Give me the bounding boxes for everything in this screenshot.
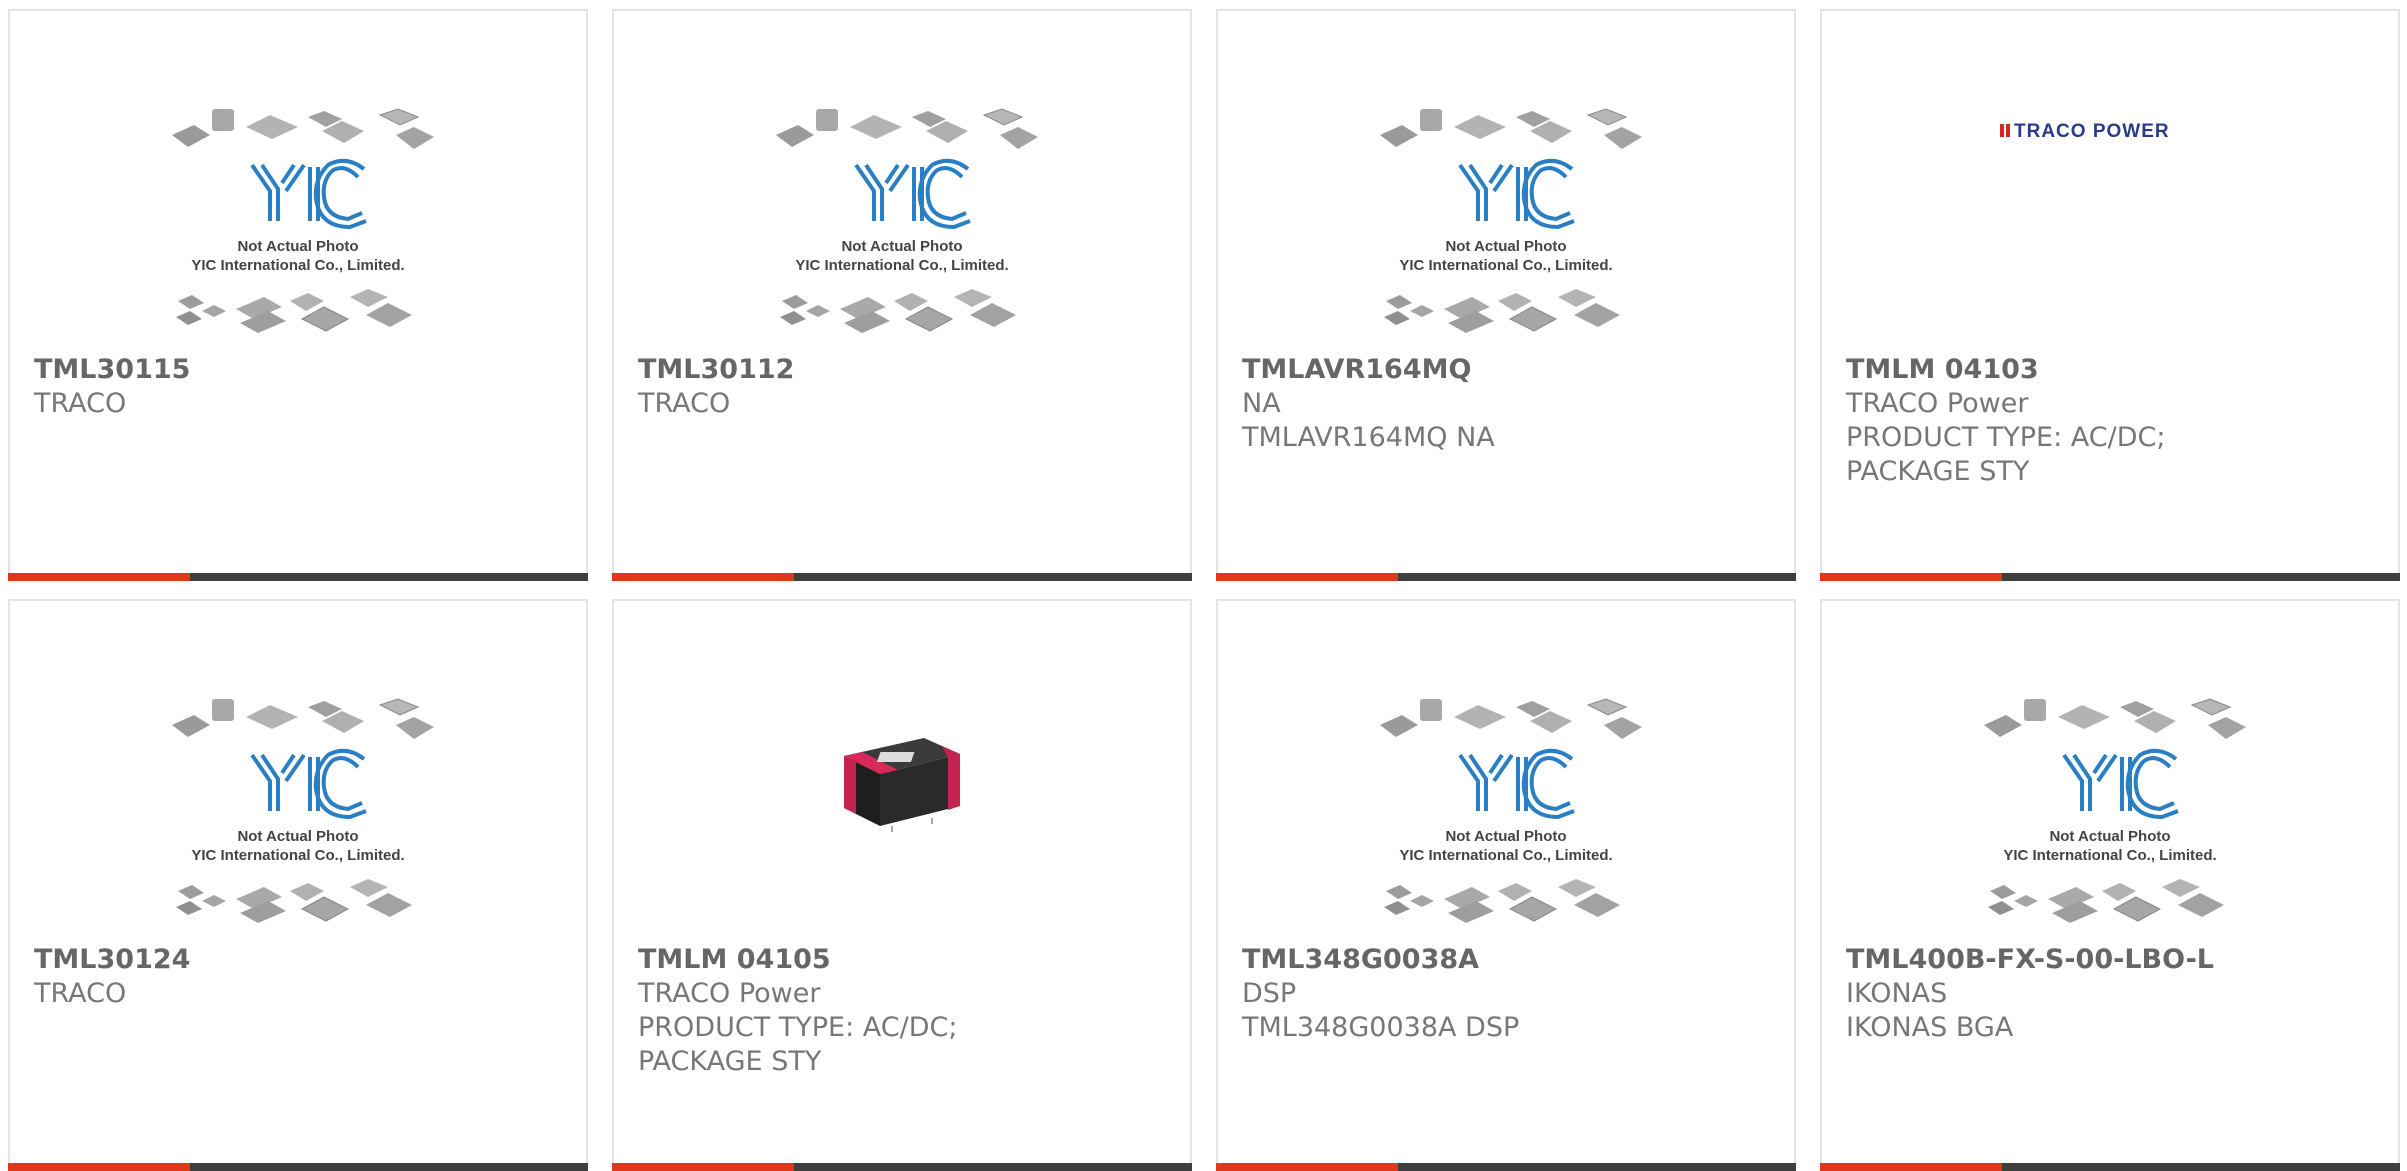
yic-placeholder-icon	[170, 107, 436, 335]
product-card[interactable]: TML348G0038A DSP TML348G0038A DSP	[1216, 599, 1796, 1171]
product-card[interactable]: TML30124 TRACO	[8, 599, 588, 1171]
product-card[interactable]: TRACO POWER TMLM 04103 TRACO Power PRODU…	[1820, 9, 2400, 581]
product-part-number[interactable]: TML30124	[34, 943, 566, 977]
card-accent-bar	[8, 573, 190, 581]
card-bottom-bar	[1820, 1163, 2400, 1171]
card-bottom-bar	[1216, 1163, 1796, 1171]
card-accent-bar	[612, 1163, 794, 1171]
card-bottom-bar	[8, 1163, 588, 1171]
product-part-number[interactable]: TML348G0038A	[1242, 943, 1774, 977]
product-info: TMLM 04103 TRACO Power PRODUCT TYPE: AC/…	[1846, 353, 2378, 489]
product-image[interactable]	[10, 91, 586, 351]
product-card[interactable]: TML400B-FX-S-00-LBO-L IKONAS IKONAS BGA	[1820, 599, 2400, 1171]
product-description: TMLAVR164MQ NA	[1242, 422, 1495, 453]
product-card[interactable]: TML30112 TRACO	[612, 9, 1192, 581]
yic-placeholder-icon	[1378, 697, 1644, 925]
product-manufacturer: IKONAS	[1846, 978, 1948, 1009]
product-part-number[interactable]: TMLM 04103	[1846, 353, 2378, 387]
card-accent-bar	[1216, 1163, 1398, 1171]
product-manufacturer: DSP	[1242, 978, 1297, 1009]
card-bottom-bar	[612, 573, 1192, 581]
product-image[interactable]	[614, 91, 1190, 351]
yic-placeholder-icon	[1982, 697, 2248, 925]
card-bottom-bar	[1820, 573, 2400, 581]
product-image[interactable]	[1218, 91, 1794, 351]
card-accent-bar	[8, 1163, 190, 1171]
card-bottom-bar	[8, 573, 588, 581]
product-image[interactable]	[10, 681, 586, 941]
product-card[interactable]: TML30115 TRACO	[8, 9, 588, 581]
product-description-2: PACKAGE STY	[638, 1046, 822, 1077]
product-part-number[interactable]: TMLM 04105	[638, 943, 1170, 977]
card-bottom-bar	[612, 1163, 1192, 1171]
product-image[interactable]	[1218, 681, 1794, 941]
card-bottom-bar	[1216, 573, 1796, 581]
product-part-number[interactable]: TML400B-FX-S-00-LBO-L	[1846, 943, 2378, 977]
product-manufacturer: NA	[1242, 388, 1281, 419]
product-part-number[interactable]: TML30115	[34, 353, 566, 387]
product-info: TML400B-FX-S-00-LBO-L IKONAS IKONAS BGA	[1846, 943, 2378, 1045]
product-info: TML30115 TRACO	[34, 353, 566, 421]
product-info: TML348G0038A DSP TML348G0038A DSP	[1242, 943, 1774, 1045]
yic-placeholder-icon	[1378, 107, 1644, 335]
product-description-2: PACKAGE STY	[1846, 456, 2030, 487]
product-part-number[interactable]: TMLAVR164MQ	[1242, 353, 1774, 387]
product-part-number[interactable]: TML30112	[638, 353, 1170, 387]
product-description: PRODUCT TYPE: AC/DC;	[638, 1012, 958, 1043]
product-manufacturer: TRACO Power	[638, 978, 821, 1009]
product-manufacturer: TRACO	[34, 978, 127, 1009]
card-accent-bar	[1820, 1163, 2002, 1171]
product-manufacturer: TRACO	[638, 388, 731, 419]
power-module-photo	[844, 738, 960, 832]
card-accent-bar	[1820, 573, 2002, 581]
product-description: IKONAS BGA	[1846, 1012, 2014, 1043]
product-grid: TML30115 TRACO TML30112 TRACO TMLAVR164M…	[8, 9, 2400, 1171]
product-description: PRODUCT TYPE: AC/DC;	[1846, 422, 2166, 453]
card-accent-bar	[1216, 573, 1398, 581]
product-manufacturer: TRACO	[34, 388, 127, 419]
product-image[interactable]: TRACO POWER	[1822, 71, 2398, 191]
product-image[interactable]	[614, 701, 1190, 861]
traco-power-logo: TRACO POWER	[2000, 121, 2170, 142]
product-info: TMLM 04105 TRACO Power PRODUCT TYPE: AC/…	[638, 943, 1170, 1079]
product-description: TML348G0038A DSP	[1242, 1012, 1520, 1043]
yic-placeholder-icon	[774, 107, 1040, 335]
product-card[interactable]: TMLM 04105 TRACO Power PRODUCT TYPE: AC/…	[612, 599, 1192, 1171]
card-accent-bar	[612, 573, 794, 581]
product-info: TML30124 TRACO	[34, 943, 566, 1011]
product-card[interactable]: TMLAVR164MQ NA TMLAVR164MQ NA	[1216, 9, 1796, 581]
svg-text:TRACO POWER: TRACO POWER	[2014, 121, 2170, 142]
product-manufacturer: TRACO Power	[1846, 388, 2029, 419]
product-info: TML30112 TRACO	[638, 353, 1170, 421]
yic-placeholder-icon	[170, 697, 436, 925]
product-info: TMLAVR164MQ NA TMLAVR164MQ NA	[1242, 353, 1774, 455]
product-image[interactable]	[1822, 681, 2398, 941]
